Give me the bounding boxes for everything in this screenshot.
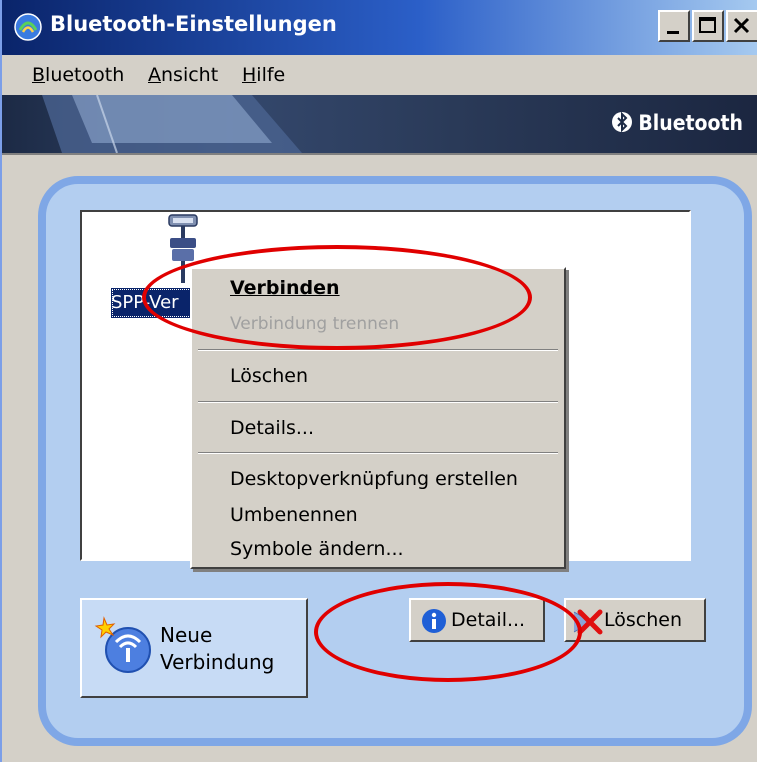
maximize-icon	[699, 17, 716, 33]
context-item-details-label: Details...	[230, 417, 314, 439]
minimize-icon	[667, 31, 679, 34]
maximize-button[interactable]	[692, 10, 724, 42]
context-item-symbole-aendern-label: Symbole ändern...	[230, 538, 404, 560]
context-menu: Verbinden Verbindung trennen Löschen Det…	[190, 267, 566, 569]
menu-hilfe-mnemonic: H	[242, 64, 257, 86]
bluetooth-brand-text: Bluetooth	[638, 111, 743, 135]
menu-separator	[198, 401, 558, 403]
delete-x-icon	[573, 609, 603, 635]
laptop-graphic-icon	[42, 95, 302, 153]
new-connection-icon	[94, 616, 151, 673]
bluetooth-banner: Bluetooth	[2, 95, 757, 155]
context-item-verbindung-trennen-label: Verbindung trennen	[230, 314, 400, 334]
context-item-desktopverknuepfung-label: Desktopverknüpfung erstellen	[230, 468, 518, 490]
context-item-verbindung-trennen: Verbindung trennen	[230, 314, 399, 334]
context-item-verbinden-label: Verbinden	[230, 277, 340, 299]
menu-bluetooth-mnemonic: B	[32, 64, 46, 86]
context-item-loeschen[interactable]: Löschen	[230, 365, 308, 387]
context-item-symbole-aendern[interactable]: Symbole ändern...	[230, 538, 404, 560]
menu-hilfe[interactable]: Hilfe	[242, 64, 285, 86]
menu-ansicht-rest: nsicht	[161, 64, 219, 86]
context-item-desktopverknuepfung[interactable]: Desktopverknüpfung erstellen	[230, 468, 518, 490]
menu-bar: Bluetooth Ansicht Hilfe	[2, 55, 757, 95]
new-connection-button[interactable]: Neue Verbindung	[80, 598, 308, 698]
bluetooth-logo: Bluetooth	[611, 111, 743, 135]
context-item-umbenennen-label: Umbenennen	[230, 504, 358, 526]
info-icon	[422, 609, 446, 633]
new-connection-label-line2: Verbindung	[160, 650, 275, 674]
context-item-verbinden[interactable]: Verbinden	[230, 277, 340, 299]
close-button[interactable]	[726, 10, 757, 42]
menu-ansicht[interactable]: Ansicht	[148, 64, 218, 86]
delete-button[interactable]: Löschen	[564, 598, 706, 642]
new-connection-label-line1: Neue	[160, 623, 213, 647]
minimize-button[interactable]	[658, 10, 690, 42]
menu-separator	[198, 349, 558, 351]
menu-bluetooth[interactable]: Bluetooth	[32, 64, 124, 86]
bluetooth-settings-icon	[14, 13, 42, 41]
menu-separator	[198, 452, 558, 454]
menu-bluetooth-rest: luetooth	[45, 64, 125, 86]
context-item-loeschen-label: Löschen	[230, 365, 308, 387]
context-item-umbenennen[interactable]: Umbenennen	[230, 504, 358, 526]
menu-hilfe-rest: ilfe	[256, 64, 286, 86]
title-bar[interactable]: Bluetooth-Einstellungen	[2, 0, 757, 55]
bluetooth-rune-icon	[611, 111, 632, 133]
menu-ansicht-mnemonic: A	[148, 64, 161, 86]
context-item-details[interactable]: Details...	[230, 417, 314, 439]
delete-button-label: Löschen	[604, 609, 682, 631]
bluetooth-settings-window: Bluetooth-Einstellungen Bluetooth Ansich…	[0, 0, 757, 762]
detail-button-label: Detail...	[451, 609, 526, 631]
device-label[interactable]: SPP-Ver	[111, 288, 196, 318]
close-icon	[733, 17, 750, 34]
window-title: Bluetooth-Einstellungen	[50, 12, 337, 36]
new-connection-label: Neue Verbindung	[160, 622, 274, 676]
detail-button[interactable]: Detail...	[409, 598, 545, 642]
